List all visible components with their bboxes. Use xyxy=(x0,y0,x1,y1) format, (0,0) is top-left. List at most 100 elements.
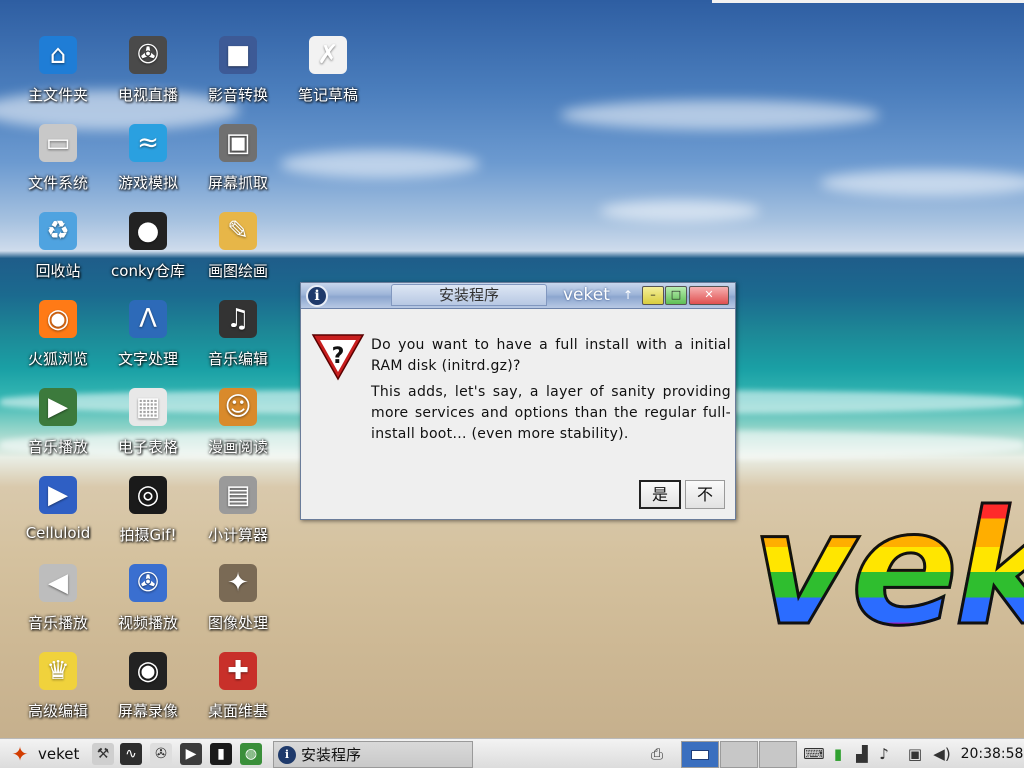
desktop-icon[interactable]: ◀ 音乐播放 xyxy=(13,544,103,632)
desktop-icon[interactable]: ♫ 音乐编辑 xyxy=(193,280,283,368)
workspace-window-preview xyxy=(691,750,709,760)
clock[interactable]: 20:38:58 xyxy=(961,739,1024,768)
desktop-icon[interactable]: ◉ 火狐浏览 xyxy=(13,280,103,368)
desktop-icon[interactable]: ♻ 回收站 xyxy=(13,192,103,280)
desktop-icon[interactable]: ◎ 拍摄Gif! xyxy=(103,456,193,544)
desktop-icon[interactable]: ▣ 屏幕抓取 xyxy=(193,104,283,192)
desktop-icon-label: 视频播放 xyxy=(117,614,178,632)
firefox-icon: ◉ xyxy=(39,300,77,338)
pin-icon[interactable]: ↑ xyxy=(623,285,633,305)
home-folder-icon: ⌂ xyxy=(39,36,77,74)
cloud xyxy=(280,150,480,178)
desktop-icon[interactable]: ▤ 小计算器 xyxy=(193,456,283,544)
desktop-icon[interactable]: ✗ 笔记草稿 xyxy=(283,16,373,104)
quicklaunch-button[interactable]: ∿ xyxy=(118,739,144,768)
abiword-icon: Λ xyxy=(129,300,167,338)
desktop-icon[interactable]: ▭ 文件系统 xyxy=(13,104,103,192)
desktop-icon[interactable]: ■ 影音转换 xyxy=(193,16,283,104)
dolphin-icon: ≈ xyxy=(129,124,167,162)
tv-film-reel-icon: ✇ xyxy=(129,36,167,74)
desktop-icon-label: Celluloid xyxy=(25,524,91,542)
top-edge-strip xyxy=(712,0,1024,3)
desktop-icon[interactable]: ▶ 音乐播放 xyxy=(13,368,103,456)
yes-button[interactable]: 是 xyxy=(639,480,681,509)
warning-sign-icon: ? xyxy=(311,334,365,381)
desktop-icon[interactable]: Λ 文字处理 xyxy=(103,280,193,368)
video-camera-icon: ■ xyxy=(219,36,257,74)
desktop-icon-label: 文字处理 xyxy=(117,350,178,368)
desktop-icon[interactable]: ✎ 画图绘画 xyxy=(193,192,283,280)
dialog-tab-title[interactable]: 安装程序 xyxy=(391,284,547,306)
desktop-icon-label: 画图绘画 xyxy=(207,262,268,280)
desktop-icon-label: 小计算器 xyxy=(207,526,268,544)
dialog-titlebar[interactable]: i 安装程序 veket ↑ – □ ✕ xyxy=(301,283,735,309)
volume-icon[interactable]: ◀) xyxy=(930,739,954,768)
spreadsheet-icon: ▦ xyxy=(129,388,167,426)
desktop-icon-label: 文件系统 xyxy=(27,174,88,192)
desktop-icon-label: 影音转换 xyxy=(207,86,268,104)
clipboard-icon[interactable]: ▣ xyxy=(903,739,927,768)
system-monitor-icon: ∿ xyxy=(120,743,142,765)
taskbar-window-button[interactable]: i 安装程序 xyxy=(273,741,473,768)
desktop-icon[interactable]: ✦ 图像处理 xyxy=(193,544,283,632)
desktop-wiki-icon: ✚ xyxy=(219,652,257,690)
start-menu-button[interactable]: veket xyxy=(38,739,84,768)
terminal-icon: ▮ xyxy=(210,743,232,765)
desktop-icon[interactable]: ♛ 高级编辑 xyxy=(13,632,103,720)
audio-player-icon: ▶ xyxy=(39,388,77,426)
video-player-icon: ✇ xyxy=(129,564,167,602)
desktop-icon[interactable]: ≈ 游戏模拟 xyxy=(103,104,193,192)
quicklaunch-button[interactable]: ▮ xyxy=(208,739,234,768)
workspace-3-button[interactable] xyxy=(759,741,797,768)
cloud xyxy=(600,200,760,222)
desktop-icon-label: conky仓库 xyxy=(111,262,185,280)
desktop-icon[interactable]: ✚ 桌面维基 xyxy=(193,632,283,720)
media-play-icon: ▶ xyxy=(180,743,202,765)
taskbar: ✦ veket ⚒ ∿ ✇ ▶ ▮ ◍ i 安装程序 ⎙ ⌨ ▮ ▟ ♪ ▣ ◀) 20:38:58 xyxy=(0,738,1024,768)
desktop-icon-label: 游戏模拟 xyxy=(117,174,178,192)
desktop-icon[interactable]: ▦ 电子表格 xyxy=(103,368,193,456)
no-button[interactable]: 不 xyxy=(685,480,725,509)
maximize-button[interactable]: □ xyxy=(665,286,687,305)
desktop-icon[interactable]: ● conky仓库 xyxy=(103,192,193,280)
desktop-icon-label: 音乐播放 xyxy=(27,614,88,632)
paint-roller-icon: ⚒ xyxy=(92,743,114,765)
globe-icon: ◍ xyxy=(240,743,262,765)
close-button[interactable]: ✕ xyxy=(689,286,729,305)
svg-text:?: ? xyxy=(332,344,345,369)
workspace-1-button[interactable] xyxy=(681,741,719,768)
desktop-icon[interactable]: ◉ 屏幕录像 xyxy=(103,632,193,720)
desktop-icon[interactable]: ☺ 漫画阅读 xyxy=(193,368,283,456)
desktop-icon[interactable]: ✇ 视频播放 xyxy=(103,544,193,632)
taskbar-window-label: 安装程序 xyxy=(301,746,362,764)
mixer-speaker-icon[interactable]: ♪ xyxy=(872,739,896,768)
desktop-icon-label: 音乐播放 xyxy=(27,438,88,456)
window-title: veket xyxy=(563,285,610,305)
desktop-icon-label: 主文件夹 xyxy=(27,86,88,104)
workspace-2-button[interactable] xyxy=(720,741,758,768)
quicklaunch-button[interactable]: ⚒ xyxy=(90,739,116,768)
quicklaunch-button[interactable]: ◍ xyxy=(238,739,264,768)
desktop-icon-label: 图像处理 xyxy=(207,614,268,632)
desktop-icon[interactable]: ⌂ 主文件夹 xyxy=(13,16,103,104)
desktop-icon-label: 屏幕录像 xyxy=(117,702,178,720)
desktop-icon-label: 屏幕抓取 xyxy=(207,174,268,192)
start-menu-icon[interactable]: ✦ xyxy=(6,739,34,768)
keyboard-icon[interactable]: ⌨ xyxy=(802,739,826,768)
quicklaunch-button[interactable]: ✇ xyxy=(148,739,174,768)
recycle-bin-icon: ♻ xyxy=(39,212,77,250)
quicklaunch-button[interactable]: ▶ xyxy=(178,739,204,768)
desktop-icon-label: 回收站 xyxy=(35,262,81,280)
network-signal-icon[interactable]: ▟ xyxy=(850,739,874,768)
minimize-button[interactable]: – xyxy=(642,286,664,305)
info-icon[interactable]: i xyxy=(306,285,328,307)
message-question: Do you want to have a full install with … xyxy=(371,337,731,374)
desktop-icon[interactable]: ✇ 电视直播 xyxy=(103,16,193,104)
desktop-icon-label: 电子表格 xyxy=(117,438,178,456)
drive-cylinder-icon[interactable]: ▮ xyxy=(826,739,850,768)
desktop-icon-label: 音乐编辑 xyxy=(207,350,268,368)
film-reel-icon: ✇ xyxy=(150,743,172,765)
printer-icon[interactable]: ⎙ xyxy=(645,739,669,768)
desktop-icon[interactable]: ▶ Celluloid xyxy=(13,456,103,542)
speaker-icon: ◀ xyxy=(39,564,77,602)
